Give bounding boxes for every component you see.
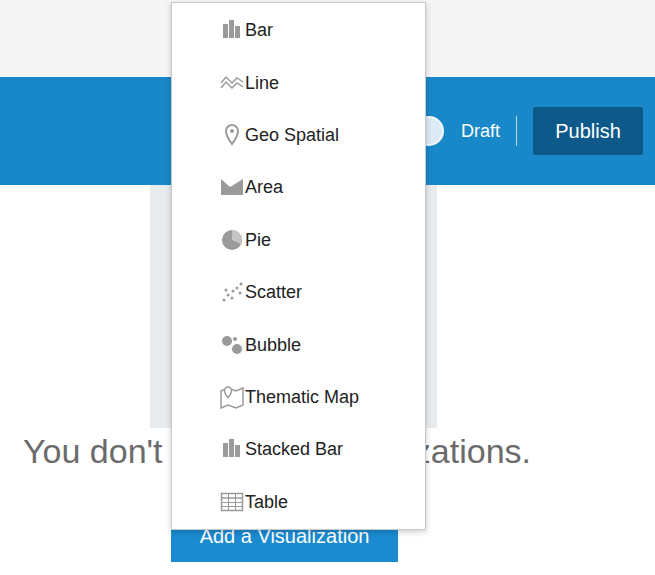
menu-item[interactable]: Pie: [172, 214, 425, 266]
menu-item-label: Bubble: [244, 333, 301, 357]
menu-item[interactable]: Scatter: [172, 266, 425, 318]
menu-item-label: Thematic Map: [244, 385, 359, 409]
menu-item-label: Geo Spatial: [244, 123, 339, 147]
menu-item[interactable]: Bubble: [172, 318, 425, 370]
menu-item[interactable]: Area: [172, 161, 425, 213]
publish-button[interactable]: Publish: [533, 107, 643, 155]
stacked-bar-icon: [220, 437, 244, 461]
table-icon: [220, 490, 244, 514]
divider: [516, 116, 517, 146]
menu-item[interactable]: Line: [172, 56, 425, 108]
menu-item[interactable]: Stacked Bar: [172, 423, 425, 475]
menu-item-label: Pie: [244, 228, 271, 252]
area-chart-icon: [220, 175, 244, 199]
menu-item-label: Bar: [244, 18, 273, 42]
bar-chart-icon: [220, 18, 244, 42]
menu-item[interactable]: Bar: [172, 4, 425, 56]
visualization-menu: Bar Line Geo Spatial Area Pie Scatter Bubble Th…: [171, 2, 426, 530]
menu-item-label: Stacked Bar: [244, 437, 343, 461]
menu-item-label: Area: [244, 175, 283, 199]
line-chart-icon: [220, 71, 244, 95]
bubble-chart-icon: [220, 333, 244, 357]
menu-item-label: Line: [244, 71, 279, 95]
status-label: Draft: [461, 119, 500, 143]
thematic-map-icon: [220, 385, 244, 409]
page: Draft Publish You don't have any visuali…: [0, 0, 655, 575]
menu-item[interactable]: Geo Spatial: [172, 109, 425, 161]
menu-item-label: Scatter: [244, 280, 302, 304]
pie-chart-icon: [220, 228, 244, 252]
menu-item[interactable]: Table: [172, 476, 425, 528]
menu-item-label: Table: [244, 490, 288, 514]
menu-item[interactable]: Thematic Map: [172, 371, 425, 423]
scatter-chart-icon: [220, 280, 244, 304]
map-pin-icon: [220, 123, 244, 147]
